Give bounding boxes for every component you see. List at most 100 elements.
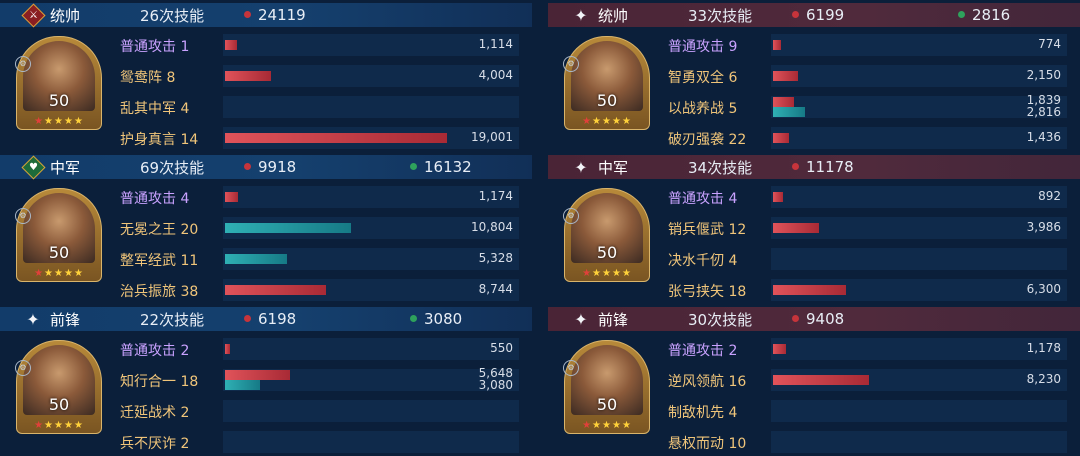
skill-row: 普通攻击 2 1,178 [668, 336, 1068, 362]
skill-name: 破刃强袭 22 [668, 132, 747, 148]
skill-name: 鸳鸯阵 8 [120, 70, 176, 86]
skill-name: 整军经武 11 [120, 253, 199, 269]
damage-total: 24119 [258, 6, 306, 24]
mount-icon: ⚙ [15, 208, 31, 224]
damage-bar-track: 5,648 3,080 [223, 366, 519, 392]
sparkle-icon: ✦ [574, 157, 588, 177]
damage-value: 1,114 [478, 37, 513, 51]
general-block: ✦ 统帅 33次技能 6199 2816 50 ★★★★★ ⚙ 普通攻击 9 774 智勇双全 6 2… [548, 0, 1080, 152]
damage-total: 11178 [806, 158, 854, 176]
damage-dot-icon [792, 315, 799, 322]
skill-count: 30次技能 [688, 310, 753, 329]
damage-value: 8,744 [478, 282, 513, 296]
hero-portrait[interactable]: 50 ★★★★★ ⚙ [563, 188, 650, 282]
skill-row: 迁延战术 2 [120, 398, 520, 424]
damage-value: 4,004 [478, 68, 513, 82]
general-header: ♥ 中军 69次技能 9918 16132 [0, 154, 532, 180]
skill-row: 以战养战 5 1,839 2,816 [668, 93, 1068, 120]
damage-bar-track: 10,804 [223, 217, 519, 239]
damage-bar [225, 71, 271, 81]
star-rating-icon: ★★★★★ [582, 268, 632, 279]
damage-bar [773, 133, 789, 143]
hero-portrait[interactable]: 50 ★★★★★ ⚙ [15, 340, 102, 434]
damage-value: 892 [1038, 189, 1061, 203]
skill-row: 兵不厌诈 2 [120, 429, 520, 455]
skill-name: 悬权而动 10 [668, 436, 747, 452]
general-header: ✦ 中军 34次技能 11178 [548, 155, 1080, 179]
hero-portrait[interactable]: 50 ★★★★★ ⚙ [15, 36, 102, 130]
star-rating-icon: ★★★★★ [34, 116, 84, 127]
damage-dot-icon [792, 11, 799, 18]
skill-name: 智勇双全 6 [668, 70, 738, 86]
heal-dot-icon [410, 315, 417, 322]
damage-bar-track: 1,178 [771, 338, 1067, 360]
general-header: ⚔ 统帅 26次技能 24119 [0, 2, 532, 28]
damage-value: 2,150 [1026, 68, 1061, 82]
skill-row: 知行合一 18 5,648 3,080 [120, 366, 520, 393]
damage-bar-track: 6,300 [771, 279, 1067, 301]
damage-total: 6198 [258, 310, 297, 328]
skill-name: 普通攻击 9 [668, 39, 738, 55]
mount-icon: ⚙ [563, 208, 579, 224]
skill-row: 乱其中军 4 [120, 94, 520, 120]
damage-bar [773, 192, 783, 202]
skill-name: 治兵振旅 38 [120, 284, 199, 300]
damage-bar-track [771, 400, 1067, 422]
damage-value: 5,328 [478, 251, 513, 265]
damage-bar [773, 97, 794, 107]
role-name: 中军 [50, 158, 81, 177]
damage-bar [773, 375, 869, 385]
damage-dot-icon [244, 11, 251, 18]
skill-name: 张弓挟矢 18 [668, 284, 747, 300]
star-rating-icon: ★★★★★ [582, 116, 632, 127]
heal-total: 3080 [424, 310, 463, 328]
general-block: ⚔ 统帅 26次技能 24119 50 ★★★★★ ⚙ 普通攻击 1 1,114 鸳鸯阵 8 4,0… [0, 0, 532, 152]
damage-value: 19,001 [471, 130, 513, 144]
hero-level: 50 [48, 91, 70, 110]
skill-row: 制敌机先 4 [668, 398, 1068, 424]
skill-name: 销兵偃武 12 [668, 222, 747, 238]
skill-row: 销兵偃武 12 3,986 [668, 215, 1068, 241]
heal-badge-icon: ♥ [21, 154, 46, 180]
mount-icon: ⚙ [15, 56, 31, 72]
damage-bar-track [223, 400, 519, 422]
damage-bar-track: 8,744 [223, 279, 519, 301]
heal-bar [773, 107, 805, 117]
star-rating-icon: ★★★★★ [34, 268, 84, 279]
left-team-panel: ⚔ 统帅 26次技能 24119 50 ★★★★★ ⚙ 普通攻击 1 1,114 鸳鸯阵 8 4,0… [0, 0, 532, 456]
skill-row: 悬权而动 10 [668, 429, 1068, 455]
mount-icon: ⚙ [563, 360, 579, 376]
damage-bar [225, 192, 238, 202]
damage-bar-track [223, 431, 519, 453]
damage-bar [225, 40, 237, 50]
damage-value: 550 [490, 341, 513, 355]
damage-dot-icon [244, 163, 251, 170]
skill-name: 迁延战术 2 [120, 405, 190, 421]
heal-bar [225, 254, 287, 264]
skill-name: 普通攻击 4 [668, 191, 738, 207]
hero-portrait[interactable]: 50 ★★★★★ ⚙ [563, 340, 650, 434]
mount-icon: ⚙ [563, 56, 579, 72]
damage-value: 3,986 [1026, 220, 1061, 234]
skill-row: 普通攻击 1 1,114 [120, 32, 520, 58]
right-team-panel: ✦ 统帅 33次技能 6199 2816 50 ★★★★★ ⚙ 普通攻击 9 774 智勇双全 6 2… [548, 0, 1080, 456]
heal-bar [225, 380, 260, 390]
hero-level: 50 [596, 395, 618, 414]
damage-bar [225, 344, 230, 354]
damage-value: 774 [1038, 37, 1061, 51]
role-name: 统帅 [598, 6, 629, 25]
hero-portrait[interactable]: 50 ★★★★★ ⚙ [15, 188, 102, 282]
skill-name: 普通攻击 2 [668, 343, 738, 359]
damage-dot-icon [792, 163, 799, 170]
skill-row: 智勇双全 6 2,150 [668, 63, 1068, 89]
damage-bar [773, 285, 846, 295]
hero-portrait[interactable]: 50 ★★★★★ ⚙ [563, 36, 650, 130]
damage-value: 6,300 [1026, 282, 1061, 296]
damage-total: 9918 [258, 158, 297, 176]
damage-bar [225, 370, 290, 380]
role-name: 统帅 [50, 6, 81, 25]
skill-name: 普通攻击 1 [120, 39, 190, 55]
damage-bar [773, 223, 819, 233]
skill-name: 逆风领航 16 [668, 374, 747, 390]
skill-row: 逆风领航 16 8,230 [668, 367, 1068, 393]
